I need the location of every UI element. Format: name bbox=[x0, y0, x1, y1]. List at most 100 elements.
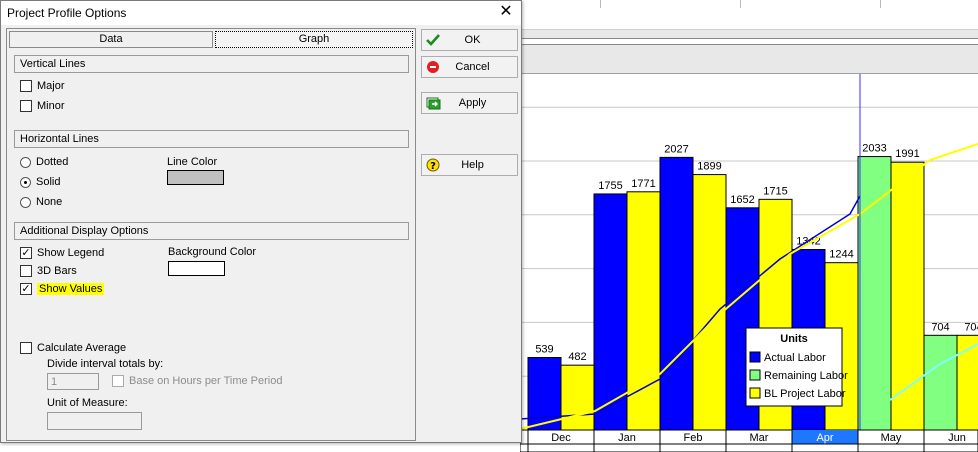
apply-button-label: Apply bbox=[458, 97, 487, 109]
data-label: 1771 bbox=[631, 178, 655, 190]
show-values-label: Show Values bbox=[37, 283, 105, 295]
apply-icon bbox=[422, 97, 444, 110]
x-axis-tick-label: Jun bbox=[948, 432, 966, 444]
cancel-icon bbox=[422, 60, 444, 74]
resource-profile-chart: 539 482 1755 1771 2027 1899 1652 1715 1342 1244 20… bbox=[520, 74, 978, 452]
legend-title: Units bbox=[780, 333, 808, 345]
dialog-titlebar[interactable]: Project Profile Options ✕ bbox=[1, 1, 521, 25]
background-color-swatch[interactable] bbox=[168, 261, 225, 276]
major-checkbox[interactable]: Major bbox=[20, 80, 65, 92]
calculate-average-checkbox[interactable]: Calculate Average bbox=[20, 342, 126, 354]
line-color-label: Line Color bbox=[167, 156, 218, 168]
x-axis-tick-label: Dec bbox=[551, 432, 571, 444]
none-radio-circle[interactable] bbox=[20, 196, 31, 208]
show-legend-checkbox-box[interactable]: ✓ bbox=[20, 247, 32, 259]
major-label: Major bbox=[37, 80, 65, 92]
minor-label: Minor bbox=[37, 100, 65, 112]
app-toolbar-strip bbox=[520, 0, 978, 30]
dotted-label: Dotted bbox=[36, 156, 69, 168]
timescale-ruler[interactable] bbox=[520, 30, 978, 74]
show-values-checkbox[interactable]: ✓ Show Values bbox=[20, 283, 105, 295]
divide-interval-input[interactable]: 1 bbox=[47, 373, 99, 390]
data-label: 1899 bbox=[697, 161, 721, 173]
ok-button[interactable]: OK bbox=[421, 29, 518, 51]
legend-swatch bbox=[749, 387, 761, 399]
x-axis-tick-label: Jan bbox=[618, 432, 636, 444]
x-axis-tick-label: Mar bbox=[750, 432, 769, 444]
data-label: 539 bbox=[535, 344, 553, 356]
minor-checkbox-box[interactable] bbox=[20, 100, 32, 112]
3d-bars-checkbox-box[interactable] bbox=[20, 265, 32, 277]
data-label: 1715 bbox=[763, 185, 787, 197]
3d-bars-checkbox[interactable]: 3D Bars bbox=[20, 265, 77, 277]
x-axis-tick-label: Feb bbox=[684, 432, 703, 444]
ok-button-label: OK bbox=[464, 34, 481, 46]
data-label: 704 bbox=[964, 321, 978, 333]
bar-remaining-labor bbox=[857, 156, 892, 431]
show-values-checkbox-box[interactable]: ✓ bbox=[20, 283, 32, 295]
cancel-button[interactable]: Cancel bbox=[421, 56, 518, 78]
solid-radio-circle[interactable] bbox=[20, 176, 31, 188]
unit-of-measure-input[interactable] bbox=[47, 412, 142, 430]
data-label: 2027 bbox=[664, 143, 688, 155]
divide-interval-label: Divide interval totals by: bbox=[47, 358, 164, 370]
additional-options-header: Additional Display Options bbox=[14, 222, 409, 240]
legend-item-label: Actual Labor bbox=[764, 352, 826, 364]
bar-actual-labor bbox=[659, 156, 694, 431]
tab-data[interactable]: Data bbox=[9, 31, 213, 48]
svg-text:?: ? bbox=[430, 161, 436, 172]
help-button-label: Help bbox=[461, 159, 484, 171]
none-radio[interactable]: None bbox=[20, 196, 62, 208]
apply-button[interactable]: Apply bbox=[421, 92, 518, 114]
x-axis-tick-label: May bbox=[881, 432, 902, 444]
background-color-label: Background Color bbox=[168, 246, 257, 258]
x-axis-tick-label: Apr bbox=[816, 432, 833, 444]
data-label: 2033 bbox=[862, 143, 886, 155]
bar-bl-project-labor bbox=[692, 174, 727, 431]
bar-bl-project-labor bbox=[890, 161, 925, 431]
show-legend-label: Show Legend bbox=[37, 247, 105, 259]
calculate-average-label: Calculate Average bbox=[37, 342, 127, 354]
bar-remaining-labor bbox=[923, 334, 958, 431]
calculate-average-checkbox-box[interactable] bbox=[20, 342, 32, 354]
data-label: 1652 bbox=[730, 194, 754, 206]
3d-bars-label: 3D Bars bbox=[37, 265, 77, 277]
none-label: None bbox=[36, 196, 63, 208]
dotted-radio[interactable]: Dotted bbox=[20, 156, 68, 168]
chart-svg: 5394821755 177120271899165217151342124420… bbox=[520, 74, 978, 452]
bar-bl-project-labor bbox=[560, 364, 595, 431]
tab-graph[interactable]: Graph bbox=[215, 31, 413, 48]
show-legend-checkbox[interactable]: ✓ Show Legend bbox=[20, 247, 104, 259]
base-on-hours-checkbox[interactable]: Base on Hours per Time Period bbox=[112, 375, 282, 387]
cancel-button-label: Cancel bbox=[455, 61, 490, 73]
major-checkbox-box[interactable] bbox=[20, 80, 32, 92]
data-label: 704 bbox=[931, 321, 949, 333]
horizontal-lines-group: Horizontal Lines bbox=[14, 130, 409, 148]
bar-actual-labor bbox=[527, 357, 562, 431]
close-icon[interactable]: ✕ bbox=[497, 3, 515, 21]
vertical-lines-group: Vertical Lines bbox=[14, 55, 409, 73]
solid-label: Solid bbox=[36, 176, 61, 188]
horizontal-lines-header: Horizontal Lines bbox=[14, 130, 409, 148]
minor-checkbox[interactable]: Minor bbox=[20, 100, 65, 112]
base-on-hours-label: Base on Hours per Time Period bbox=[129, 375, 283, 387]
legend-swatch bbox=[749, 369, 761, 381]
project-profile-options-dialog: Project Profile Options ✕ Data Graph Ver… bbox=[0, 0, 522, 443]
legend-item-label: Remaining Labor bbox=[764, 370, 848, 382]
legend-item-label: BL Project Labor bbox=[764, 388, 846, 400]
solid-radio[interactable]: Solid bbox=[20, 176, 60, 188]
help-icon: ? bbox=[422, 158, 444, 172]
base-on-hours-checkbox-box[interactable] bbox=[112, 375, 124, 387]
data-label: 1755 bbox=[598, 180, 622, 192]
data-label: 1244 bbox=[829, 249, 853, 261]
help-button[interactable]: ? Help bbox=[421, 154, 518, 176]
dotted-radio-circle[interactable] bbox=[20, 156, 31, 168]
checkmark-icon bbox=[422, 34, 444, 46]
legend-swatch bbox=[749, 351, 761, 363]
line-color-swatch[interactable] bbox=[167, 170, 224, 185]
dialog-title: Project Profile Options bbox=[7, 6, 127, 20]
unit-of-measure-label: Unit of Measure: bbox=[47, 397, 128, 409]
data-label: 482 bbox=[568, 351, 586, 363]
options-panel: Data Graph Vertical Lines Major Minor Ho… bbox=[6, 28, 416, 441]
additional-options-group: Additional Display Options bbox=[14, 222, 409, 240]
